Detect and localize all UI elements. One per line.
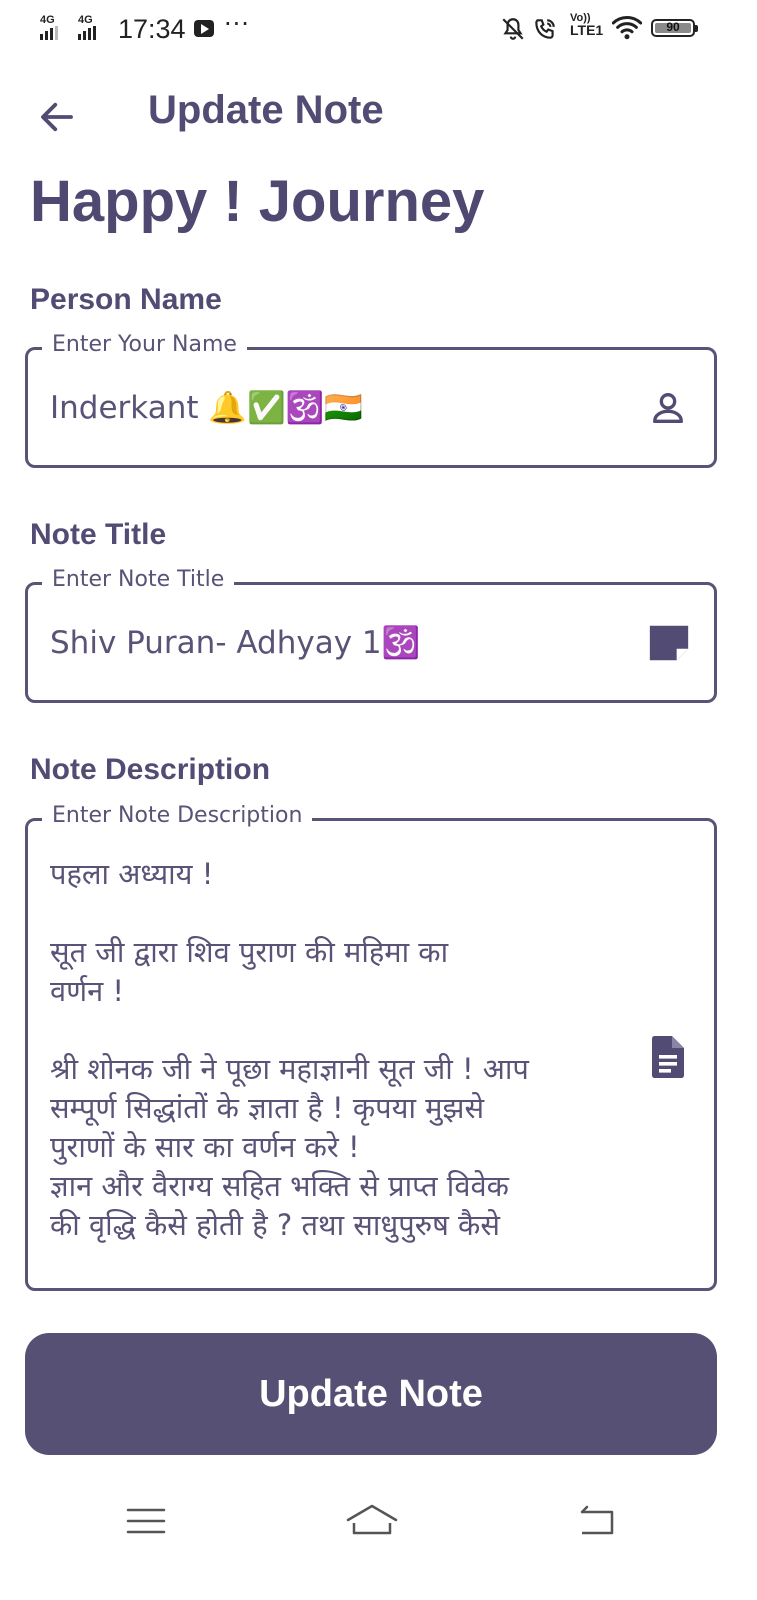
update-note-button[interactable]: Update Note — [25, 1333, 717, 1455]
battery-icon: 90 — [651, 19, 698, 37]
youtube-icon — [194, 20, 214, 37]
overflow-dots: ··· — [224, 10, 250, 38]
signal-strength-1: 4G — [40, 14, 74, 40]
home-icon[interactable] — [342, 1490, 402, 1550]
note-title-input[interactable] — [50, 585, 630, 700]
wifi-icon — [612, 16, 642, 40]
note-description-field[interactable]: Enter Note Description पहला अध्याय ! सूत… — [25, 803, 717, 1291]
hero-title: Happy ! Journey — [30, 169, 485, 234]
person-name-input[interactable] — [50, 350, 630, 465]
network-type-2: 4G — [78, 14, 93, 26]
menu-icon[interactable] — [116, 1490, 176, 1550]
mute-bell-icon — [502, 18, 524, 40]
document-icon — [652, 1036, 684, 1078]
system-nav-bar — [0, 1490, 757, 1560]
status-bar: 4G 4G 17:34 ··· Vo)) LTE1 90 — [0, 0, 757, 60]
note-description-label: Note Description — [30, 753, 271, 786]
wifi-calling-icon — [535, 19, 555, 39]
back-arrow-icon[interactable] — [36, 96, 78, 138]
volte-indicator: Vo)) LTE1 — [570, 12, 604, 38]
back-nav-icon[interactable] — [566, 1490, 626, 1550]
page-title: Update Note — [148, 88, 384, 132]
person-icon — [653, 393, 683, 423]
clock: 17:34 — [118, 14, 186, 44]
note-title-label: Note Title — [30, 518, 167, 551]
note-icon — [649, 625, 689, 661]
note-description-legend: Enter Note Description — [42, 803, 313, 828]
note-description-textarea[interactable]: पहला अध्याय ! सूत जी द्वारा शिव पुराण की… — [50, 855, 640, 1255]
note-title-field[interactable]: Enter Note Title — [25, 567, 717, 703]
person-name-field[interactable]: Enter Your Name — [25, 332, 717, 468]
battery-level: 90 — [666, 20, 680, 34]
signal-strength-2: 4G — [78, 14, 112, 40]
person-name-label: Person Name — [30, 283, 222, 316]
network-type-1: 4G — [40, 14, 55, 26]
